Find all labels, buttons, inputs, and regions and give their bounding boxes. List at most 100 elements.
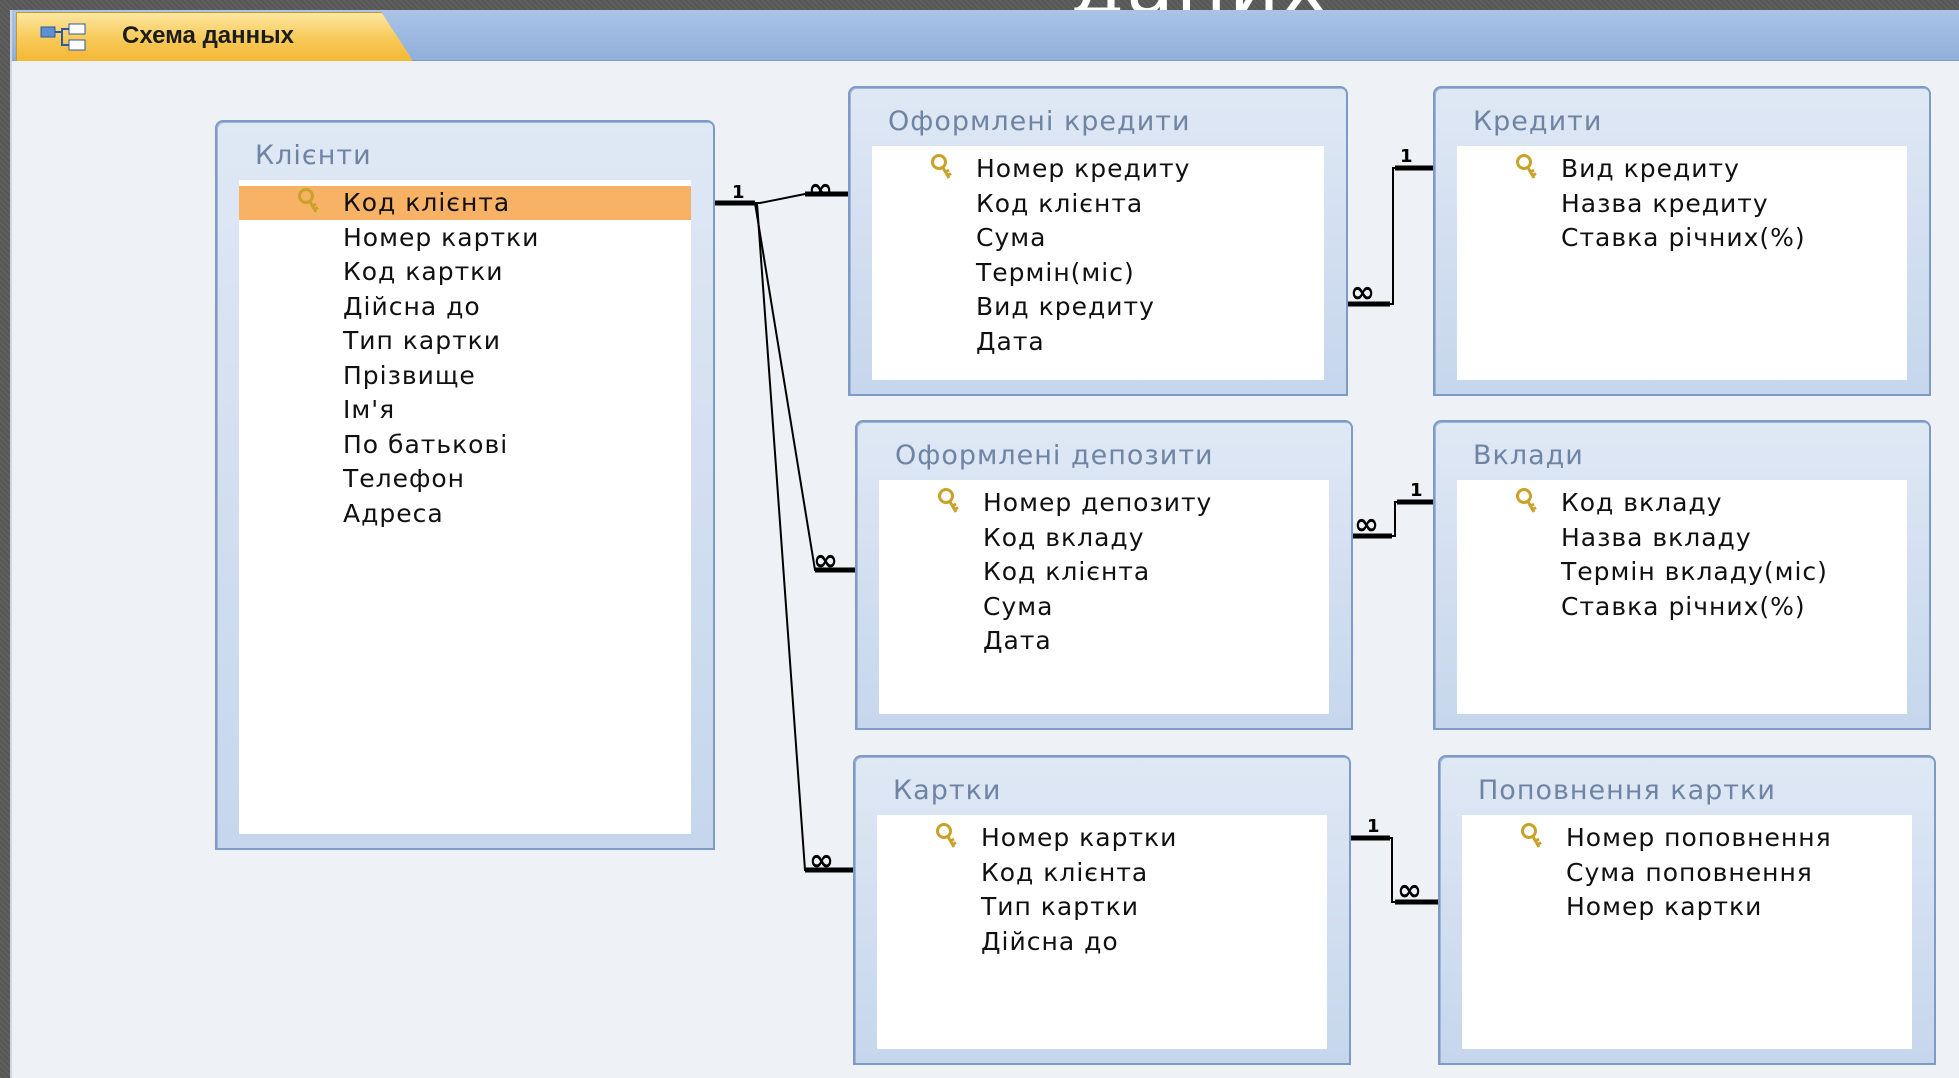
field-row[interactable]: Номер картки	[1462, 890, 1912, 924]
table-title[interactable]: Поповнення картки	[1478, 775, 1776, 806]
field-row[interactable]: По батькові	[239, 428, 691, 462]
field-label: Ставка річних(%)	[1561, 223, 1806, 252]
primary-key-icon	[1520, 823, 1544, 851]
table-title[interactable]: Кредити	[1473, 106, 1602, 137]
field-label: По батькові	[343, 429, 509, 459]
field-label: Код клієнта	[343, 188, 511, 217]
table-title[interactable]: Картки	[893, 775, 1001, 806]
field-label: Код картки	[343, 257, 504, 286]
field-label: Код вкладу	[983, 522, 1145, 552]
field-row[interactable]: Ставка річних(%)	[1457, 221, 1907, 255]
field-label: Дійсна до	[981, 926, 1119, 956]
primary-key-icon	[297, 188, 321, 216]
field-label: Код клієнта	[981, 857, 1149, 887]
field-row[interactable]: Термін вкладу(міс)	[1457, 555, 1907, 589]
field-list[interactable]: Номер поповнення Сума поповнення Номер кар…	[1462, 815, 1912, 1049]
field-list[interactable]: Вид кредиту Назва кредиту Ставка річних(%)	[1457, 146, 1907, 380]
field-label: Номер картки	[981, 823, 1178, 852]
field-row[interactable]: Адреса	[239, 497, 691, 531]
field-row[interactable]: Код клієнта	[877, 856, 1327, 890]
field-list[interactable]: Номер депозиту Код вкладу Код клієнта Сума Д…	[879, 480, 1329, 714]
field-label: Код вкладу	[1561, 488, 1723, 517]
primary-key-icon	[1515, 154, 1539, 182]
field-label: Ставка річних(%)	[1561, 591, 1806, 621]
field-row[interactable]: Код вкладу	[879, 521, 1329, 555]
field-label: Назва кредиту	[1561, 188, 1769, 218]
field-label: Номер картки	[1566, 892, 1763, 921]
screen-background: даних Схема данных	[0, 0, 1959, 1078]
tab-relationships[interactable]: Схема данных	[16, 12, 413, 61]
table-klienty[interactable]: Клієнти Код клієнта Номер картки Код картки…	[215, 120, 715, 850]
field-label: Термін вкладу(міс)	[1561, 557, 1828, 586]
field-row[interactable]: Номер кредиту	[872, 152, 1324, 186]
field-row[interactable]: Тип картки	[877, 890, 1327, 924]
table-title[interactable]: Оформлені депозити	[895, 440, 1214, 471]
field-label: Вид кредиту	[976, 292, 1155, 321]
field-row[interactable]: Прізвище	[239, 359, 691, 393]
field-row[interactable]: Вид кредиту	[872, 290, 1324, 324]
field-label: Тип картки	[343, 326, 502, 355]
field-row[interactable]: Дійсна до	[877, 925, 1327, 959]
field-label: Термін(міс)	[976, 257, 1135, 287]
field-row[interactable]: Сума	[879, 590, 1329, 624]
field-row[interactable]: Назва кредиту	[1457, 187, 1907, 221]
field-row[interactable]: Ім'я	[239, 393, 691, 427]
field-row[interactable]: Код клієнта	[872, 187, 1324, 221]
field-row[interactable]: Дійсна до	[239, 290, 691, 324]
document-tab-bar: Схема данных	[12, 10, 1959, 61]
field-row[interactable]: Сума	[872, 221, 1324, 255]
table-title[interactable]: Вклади	[1473, 440, 1584, 471]
field-row[interactable]: Сума поповнення	[1462, 856, 1912, 890]
tab-label: Схема данных	[122, 22, 294, 49]
field-row[interactable]: Дата	[872, 325, 1324, 359]
field-label: Телефон	[343, 464, 466, 493]
field-row[interactable]: Термін(міс)	[872, 256, 1324, 290]
field-row[interactable]: Номер поповнення	[1462, 821, 1912, 855]
field-list[interactable]: Номер картки Код клієнта Тип картки Дійсна …	[877, 815, 1327, 1049]
field-row[interactable]: Ставка річних(%)	[1457, 590, 1907, 624]
table-vklady[interactable]: Вклади Код вкладу Назва вкладу Термін вклад…	[1433, 420, 1931, 730]
field-label: Код клієнта	[976, 188, 1144, 218]
relationships-icon	[40, 23, 86, 51]
table-oformleni-depozyty[interactable]: Оформлені депозити Номер депозиту Код вкла…	[855, 420, 1353, 730]
table-title[interactable]: Клієнти	[255, 140, 372, 171]
table-popovnennia-kartky[interactable]: Поповнення картки Номер поповнення Сума по…	[1438, 755, 1936, 1065]
field-label: Номер картки	[343, 222, 540, 252]
table-title[interactable]: Оформлені кредити	[888, 106, 1191, 137]
field-label: Дійсна до	[343, 291, 481, 321]
field-row[interactable]: Номер картки	[239, 221, 691, 255]
table-oformleni-kredyty[interactable]: Оформлені кредити Номер кредиту Код клієнт…	[848, 86, 1348, 396]
field-row[interactable]: Код картки	[239, 255, 691, 289]
field-row[interactable]: Назва вкладу	[1457, 521, 1907, 555]
field-label: Номер поповнення	[1566, 823, 1832, 852]
field-row[interactable]: Дата	[879, 624, 1329, 658]
field-row[interactable]: Телефон	[239, 462, 691, 496]
field-label: Назва вкладу	[1561, 522, 1752, 552]
field-row[interactable]: Код клієнта	[879, 555, 1329, 589]
field-row[interactable]: Номер депозиту	[879, 486, 1329, 520]
field-label: Сума	[983, 591, 1054, 621]
field-label: Тип картки	[981, 892, 1140, 921]
field-row[interactable]: Номер картки	[877, 821, 1327, 855]
field-list[interactable]: Номер кредиту Код клієнта Сума Термін(міс) В…	[872, 146, 1324, 380]
field-list[interactable]: Код клієнта Номер картки Код картки Дійсна …	[239, 180, 691, 834]
table-kartky[interactable]: Картки Номер картки Код клієнта Тип картки Д…	[853, 755, 1351, 1065]
field-label: Сума	[976, 223, 1047, 252]
primary-key-icon	[930, 154, 954, 182]
field-label: Ім'я	[343, 395, 396, 424]
field-label: Сума поповнення	[1566, 857, 1813, 887]
field-label: Номер депозиту	[983, 488, 1213, 517]
table-kredyty[interactable]: Кредити Вид кредиту Назва кредиту Ставка рі…	[1433, 86, 1931, 396]
field-row[interactable]: Тип картки	[239, 324, 691, 358]
field-row[interactable]: Код вкладу	[1457, 486, 1907, 520]
field-label: Адреса	[343, 498, 444, 528]
field-row[interactable]: Код клієнта	[239, 186, 691, 220]
field-label: Номер кредиту	[976, 154, 1191, 183]
field-row[interactable]: Вид кредиту	[1457, 152, 1907, 186]
primary-key-icon	[1515, 488, 1539, 516]
field-label: Дата	[976, 326, 1045, 356]
primary-key-icon	[935, 823, 959, 851]
primary-key-icon	[937, 488, 961, 516]
field-list[interactable]: Код вкладу Назва вкладу Термін вкладу(міс)…	[1457, 480, 1907, 714]
field-label: Прізвище	[343, 360, 476, 390]
